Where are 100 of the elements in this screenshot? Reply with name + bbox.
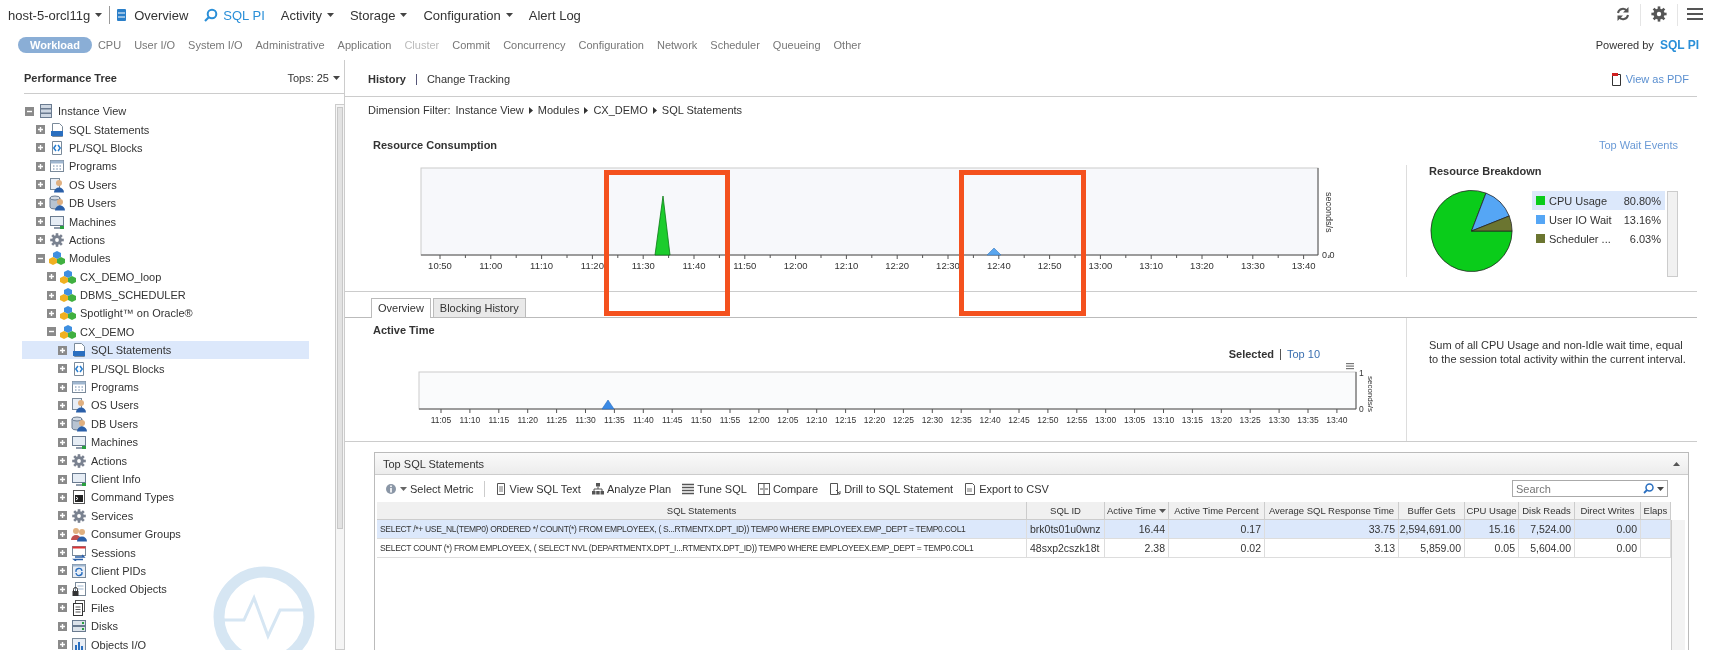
collapse-icon[interactable] xyxy=(47,327,56,337)
toolbar-button[interactable]: Tune SQL xyxy=(678,480,751,497)
category-tab[interactable]: Commit xyxy=(448,37,495,53)
tree-item[interactable]: Files xyxy=(22,598,309,617)
tree-item[interactable]: PL/SQL Blocks xyxy=(22,359,309,378)
tree-item[interactable]: Client PIDs xyxy=(22,561,309,581)
filter-link[interactable]: Top 10 xyxy=(1286,348,1320,360)
list-icon[interactable] xyxy=(1346,363,1354,370)
column-header[interactable]: Buffer Gets xyxy=(1399,502,1465,520)
category-tab[interactable]: Concurrency xyxy=(499,37,570,53)
scrollbar[interactable] xyxy=(1671,520,1685,650)
expand-icon[interactable] xyxy=(58,511,67,521)
expand-icon[interactable] xyxy=(58,621,67,631)
view-tab[interactable]: Change Tracking xyxy=(426,73,511,85)
expand-icon[interactable] xyxy=(58,437,67,447)
expand-icon[interactable] xyxy=(58,456,67,466)
nav-link[interactable]: Alert Log xyxy=(528,7,581,23)
expand-icon[interactable] xyxy=(58,382,67,392)
detail-tab[interactable]: Overview xyxy=(371,298,431,318)
column-header[interactable]: Active Time xyxy=(1105,502,1169,520)
tree-item[interactable]: Command Types xyxy=(22,488,309,507)
tree-item[interactable]: Actions xyxy=(22,451,309,470)
settings-icon[interactable] xyxy=(1650,4,1668,23)
nav-link[interactable]: Overview xyxy=(134,7,189,23)
expand-icon[interactable] xyxy=(58,364,67,374)
menu-icon[interactable] xyxy=(1687,6,1703,21)
tree-item[interactable]: CX_DEMO_loop xyxy=(22,267,309,286)
expand-icon[interactable] xyxy=(36,125,45,135)
tree-item[interactable]: DBMS_SCHEDULER xyxy=(22,285,309,305)
tree-item[interactable]: CX_DEMO xyxy=(22,322,309,342)
tree-item[interactable]: Spotlight™ on Oracle® xyxy=(22,304,309,323)
tree-item[interactable]: Locked Objects xyxy=(22,580,309,599)
collapse-icon[interactable] xyxy=(25,106,34,116)
view-tab[interactable]: History xyxy=(368,73,406,85)
expand-icon[interactable] xyxy=(58,345,67,355)
legend-item[interactable]: CPU Usage 80.80% xyxy=(1532,191,1665,210)
category-tab[interactable]: System I/O xyxy=(184,37,247,53)
nav-link[interactable]: SQL PI xyxy=(204,7,265,23)
expand-icon[interactable] xyxy=(36,180,45,190)
toolbar-button[interactable]: Analyze Plan xyxy=(587,480,676,497)
detail-tab[interactable]: Blocking History xyxy=(432,298,526,317)
tree-item[interactable]: Consumer Groups xyxy=(22,525,309,544)
expand-icon[interactable] xyxy=(58,400,67,410)
expand-icon[interactable] xyxy=(36,143,45,153)
tree-item[interactable]: SQL Statements xyxy=(22,120,309,139)
category-tab[interactable]: Queueing xyxy=(768,37,825,53)
tree-item[interactable]: DB Users xyxy=(22,193,309,213)
nav-link[interactable]: Activity xyxy=(280,7,334,23)
nav-link[interactable]: Configuration xyxy=(423,7,513,23)
expand-icon[interactable] xyxy=(58,492,67,502)
tree-item[interactable]: Disks xyxy=(22,616,309,636)
expand-icon[interactable] xyxy=(47,290,56,300)
tree-item[interactable]: PL/SQL Blocks xyxy=(22,138,309,158)
expand-icon[interactable] xyxy=(58,640,67,649)
toolbar-button[interactable]: Drill to SQL Statement xyxy=(825,480,958,497)
expand-icon[interactable] xyxy=(36,161,45,171)
scrollbar[interactable] xyxy=(1667,191,1678,277)
tree-item[interactable]: SQL Statements xyxy=(22,341,309,360)
column-header[interactable]: Average SQL Response Time xyxy=(1265,502,1399,520)
expand-icon[interactable] xyxy=(58,419,67,429)
tree-item[interactable]: Objects I/O xyxy=(22,635,309,650)
expand-icon[interactable] xyxy=(36,235,45,245)
tree-item[interactable]: DB Users xyxy=(22,414,309,434)
category-tab[interactable]: CPU xyxy=(93,37,126,53)
collapse-icon[interactable] xyxy=(36,253,45,263)
expand-icon[interactable] xyxy=(36,198,45,208)
pdf-link[interactable]: View as PDF xyxy=(1610,72,1689,86)
category-tab[interactable]: Administrative xyxy=(251,37,329,53)
tree-item[interactable]: Sessions xyxy=(22,543,309,562)
category-tab[interactable]: User I/O xyxy=(130,37,180,53)
category-tab[interactable]: Network xyxy=(652,37,702,53)
expand-icon[interactable] xyxy=(58,529,67,539)
column-header[interactable]: Elaps xyxy=(1641,502,1671,520)
expand-icon[interactable] xyxy=(36,217,45,227)
host-selector[interactable]: host-5-orcl11g xyxy=(8,7,103,23)
search-icon[interactable] xyxy=(1643,483,1654,494)
toolbar-button[interactable]: Compare xyxy=(753,480,823,497)
expand-icon[interactable] xyxy=(47,272,56,282)
category-tab[interactable]: Other xyxy=(829,37,866,53)
legend-item[interactable]: User IO Wait 13.16% xyxy=(1532,210,1665,229)
breadcrumb-link[interactable]: Modules xyxy=(537,104,580,116)
column-header[interactable]: Active Time Percent xyxy=(1169,502,1265,520)
toolbar-button[interactable]: View SQL Text xyxy=(490,480,585,497)
category-tab[interactable]: Application xyxy=(333,37,396,53)
legend-item[interactable]: Scheduler ... 6.03% xyxy=(1532,229,1665,248)
breadcrumb-link[interactable]: SQL Statements xyxy=(661,104,743,116)
tree-item[interactable]: Instance View xyxy=(22,102,309,121)
refresh-icon[interactable] xyxy=(1615,5,1631,22)
toolbar-button[interactable]: Select Metric xyxy=(381,480,478,497)
tree-item[interactable]: Machines xyxy=(22,433,309,452)
tree-item[interactable]: Machines xyxy=(22,212,309,231)
column-header[interactable]: Direct Writes xyxy=(1575,502,1641,520)
expand-icon[interactable] xyxy=(58,603,67,613)
tree-item[interactable]: Programs xyxy=(22,157,309,176)
breadcrumb-link[interactable]: Instance View xyxy=(455,104,524,116)
toolbar-button[interactable]: Export to CSV xyxy=(960,480,1053,497)
tree-item[interactable]: Modules xyxy=(22,249,309,268)
expand-icon[interactable] xyxy=(58,474,67,484)
tree-item[interactable]: OS Users xyxy=(22,175,309,194)
column-header[interactable]: SQL Statements xyxy=(377,502,1027,520)
